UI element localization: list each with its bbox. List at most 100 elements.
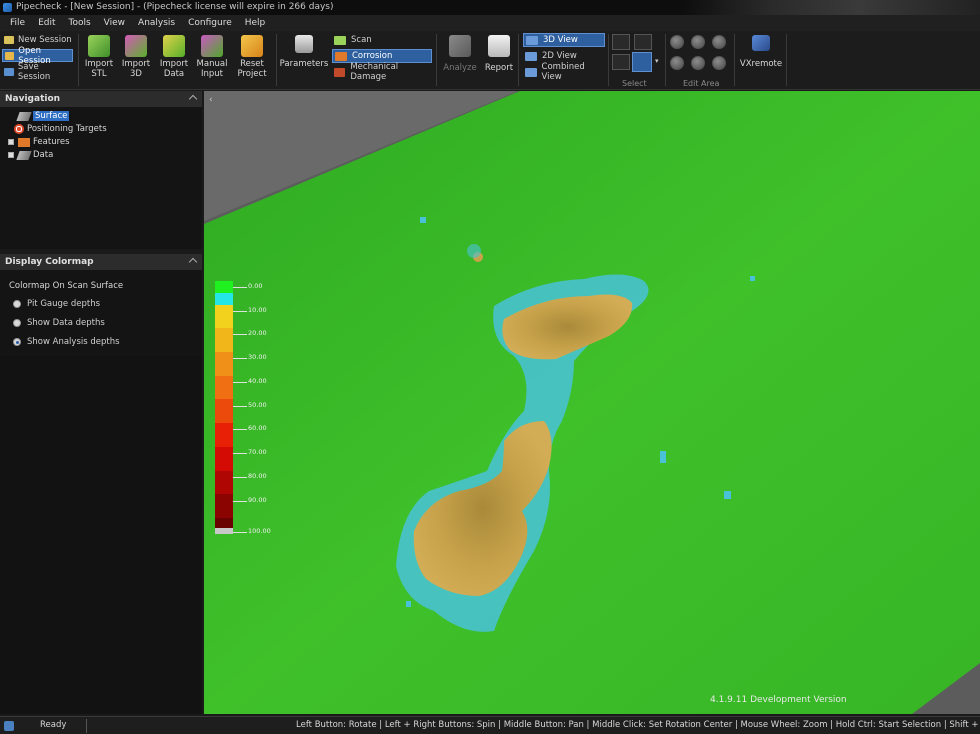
menu-edit[interactable]: Edit [38, 18, 62, 28]
radio-pit-gauge-depths[interactable]: Pit Gauge depths [13, 298, 100, 310]
data-expander-icon[interactable] [8, 152, 14, 158]
legend-tick [233, 382, 247, 383]
3d-viewport[interactable]: ‹ 0.00 10.00 20.00 30.00 40.00 50.00 60.00 70.0… [204, 91, 980, 714]
import-3d-icon [125, 35, 147, 57]
menu-analysis[interactable]: Analysis [138, 18, 182, 28]
tree-item-data[interactable]: Data [16, 149, 53, 161]
polyline-select-icon[interactable] [612, 54, 630, 70]
edit-area-edit-icon[interactable] [712, 35, 726, 49]
edit-area-clear-icon[interactable] [712, 56, 726, 70]
reset-project-button[interactable]: Reset Project [233, 33, 271, 83]
display-colormap-panel: Display Colormap Colormap On Scan Surfac… [0, 254, 202, 356]
vxremote-button[interactable]: VXremote [740, 33, 782, 83]
manual-input-icon [201, 35, 223, 57]
legend-swatch [215, 423, 233, 447]
edit-area-add-icon[interactable] [670, 35, 684, 49]
import-3d-button[interactable]: Import 3D [117, 33, 155, 83]
menu-tools[interactable]: Tools [69, 18, 98, 28]
legend-label: 70.00 [248, 448, 267, 456]
tree-item-surface[interactable]: Surface [16, 110, 70, 122]
features-expander-icon[interactable] [8, 139, 14, 145]
vxremote-icon [752, 35, 770, 51]
legend-label: 30.00 [248, 353, 267, 361]
legend-tick [233, 532, 247, 533]
display-colormap-header: Display Colormap [0, 254, 202, 270]
surface-icon [16, 111, 32, 121]
data-icon [16, 150, 32, 160]
combined-view-button[interactable]: Combined View [523, 62, 605, 82]
colormap-title: Colormap On Scan Surface [9, 281, 124, 291]
target-icon [14, 124, 24, 134]
menu-bar: File Edit Tools View Analysis Configure … [0, 15, 980, 31]
legend-label: 80.00 [248, 472, 267, 480]
legend-swatch [215, 281, 233, 293]
layer-select-icon[interactable] [632, 52, 652, 72]
legend-label: 40.00 [248, 377, 267, 385]
analyze-icon [449, 35, 471, 57]
save-session-button[interactable]: Save Session [2, 62, 73, 82]
import-data-label: Import Data [159, 59, 189, 79]
legend-swatch [215, 305, 233, 328]
lasso-select-icon[interactable] [634, 34, 652, 50]
version-text: 4.1.9.11 Development Version [710, 695, 847, 705]
analyze-button[interactable]: Analyze [441, 33, 479, 83]
edit-area-split-icon[interactable] [691, 56, 705, 70]
2d-view-button[interactable]: 2D View [523, 49, 605, 63]
features-icon [18, 137, 30, 147]
import-data-icon [163, 35, 185, 57]
ribbon-toolbar: New Session Open Session Save Session Im… [0, 31, 980, 90]
legend-swatch [215, 447, 233, 471]
new-session-icon [4, 35, 14, 44]
legend-tick [233, 311, 247, 312]
navigation-header: Navigation [0, 91, 202, 107]
colormap-legend: 0.00 10.00 20.00 30.00 40.00 50.00 60.00 70.00 8… [215, 281, 275, 541]
import-stl-label: Import STL [84, 59, 114, 79]
edit-area-merge-icon[interactable] [670, 56, 684, 70]
legend-swatch [215, 293, 233, 305]
collapse-icon[interactable] [188, 257, 198, 267]
manual-input-label: Manual Input [196, 59, 228, 79]
collapse-icon[interactable] [188, 94, 198, 104]
menu-configure[interactable]: Configure [188, 18, 239, 28]
3d-view-icon [526, 35, 538, 45]
legend-label: 100.00 [248, 527, 271, 535]
open-session-button[interactable]: Open Session [2, 46, 73, 66]
manual-input-button[interactable]: Manual Input [193, 33, 231, 83]
mechanical-damage-item[interactable]: Mechanical Damage [332, 62, 432, 82]
chevron-down-icon[interactable]: ▾ [655, 57, 659, 65]
corrosion-mode-item[interactable]: Corrosion [332, 49, 432, 63]
collapse-left-panel-icon[interactable]: ‹ [209, 95, 213, 105]
edit-area-remove-icon[interactable] [691, 35, 705, 49]
report-button[interactable]: Report [480, 33, 518, 83]
edit-area-group-label: Edit Area [683, 79, 720, 88]
report-icon [488, 35, 510, 57]
menu-file[interactable]: File [10, 18, 32, 28]
tree-item-features[interactable]: Features [18, 136, 70, 148]
import-data-button[interactable]: Import Data [155, 33, 193, 83]
status-icon [4, 721, 14, 731]
parameters-button[interactable]: Parameters [280, 33, 328, 83]
menu-view[interactable]: View [104, 18, 132, 28]
import-3d-label: Import 3D [121, 59, 151, 79]
scan-mode-item[interactable]: Scan [332, 33, 432, 47]
ribbon-separator [786, 34, 787, 86]
status-hints: Left Button: Rotate | Left + Right Butto… [296, 720, 980, 730]
3d-view-button[interactable]: 3D View [523, 33, 605, 47]
navigation-panel: Navigation Surface Positioning Targets F… [0, 91, 202, 249]
legend-label: 0.00 [248, 282, 263, 290]
rectangle-select-icon[interactable] [612, 34, 630, 50]
radio-show-analysis-depths[interactable]: Show Analysis depths [13, 336, 120, 348]
legend-tick [233, 334, 247, 335]
import-stl-button[interactable]: Import STL [80, 33, 118, 83]
legend-label: 90.00 [248, 496, 267, 504]
legend-swatch [215, 399, 233, 423]
scan-surface-render [204, 91, 980, 714]
menu-help[interactable]: Help [245, 18, 273, 28]
ribbon-separator [436, 34, 437, 86]
ribbon-separator [734, 34, 735, 86]
tree-item-positioning-targets[interactable]: Positioning Targets [14, 123, 107, 135]
radio-show-data-depths[interactable]: Show Data depths [13, 317, 105, 329]
app-icon [3, 3, 12, 12]
legend-label: 10.00 [248, 306, 267, 314]
new-session-button[interactable]: New Session [2, 33, 73, 46]
